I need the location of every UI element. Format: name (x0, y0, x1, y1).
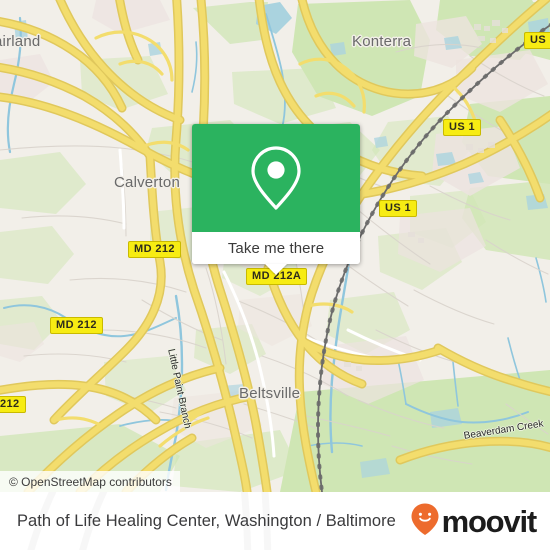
popup-pointer (265, 264, 287, 275)
map-pin-icon (250, 145, 302, 211)
moovit-wordmark: moovit (441, 503, 538, 539)
map-attribution[interactable]: © OpenStreetMap contributors (0, 471, 180, 492)
road-shield-us1-upper: US 1 (443, 119, 482, 136)
take-me-there-button[interactable]: Take me there (192, 232, 360, 264)
moovit-logo[interactable]: moovit (410, 502, 538, 541)
map-canvas[interactable]: .green { fill:#cfe6b4; } .green2 { fill:… (0, 0, 550, 492)
road-shield-md212-lower: MD 212 (50, 317, 103, 334)
moovit-pin-smiley-icon (410, 502, 440, 541)
take-me-there-label: Take me there (227, 239, 325, 257)
attribution-text: © OpenStreetMap contributors (9, 474, 172, 489)
location-popup[interactable]: Take me there (192, 124, 360, 275)
footer-bar: Path of Life Healing Center, Washington … (0, 492, 550, 550)
footer-title: Path of Life Healing Center, Washington … (17, 511, 396, 530)
moovit-location-screenshot: .green { fill:#cfe6b4; } .green2 { fill:… (0, 0, 550, 550)
road-shield-us1-mid: US 1 (379, 200, 418, 217)
road-shield-212-clipped: 212 (0, 396, 26, 413)
road-shield-us1-topright: US 1 (524, 32, 550, 49)
popup-header (192, 124, 360, 232)
road-shield-md212-upper: MD 212 (128, 241, 181, 258)
